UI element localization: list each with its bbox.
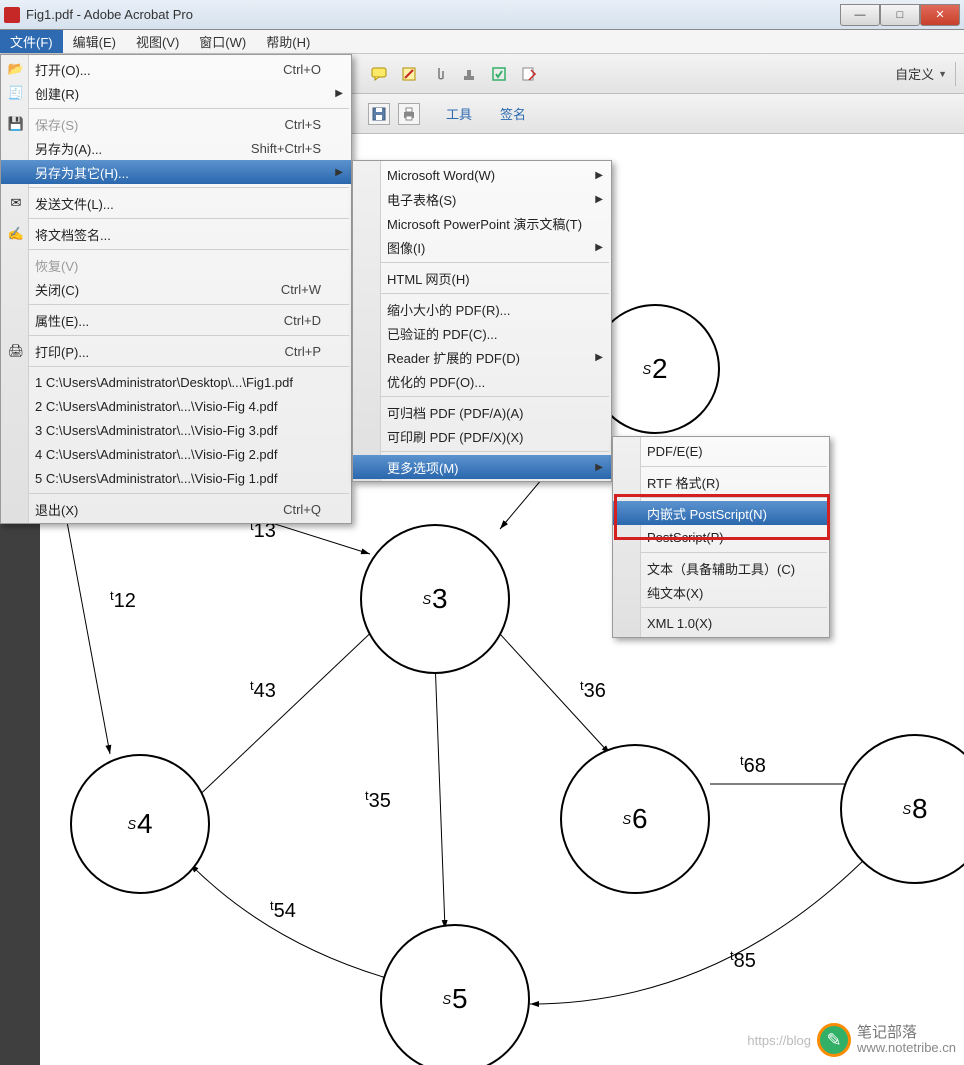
menu-revert: 恢复(V) [1, 253, 351, 277]
submenu-printable[interactable]: 可印刷 PDF (PDF/X)(X) [353, 424, 611, 448]
submenu-arrow-icon: ▶ [595, 462, 603, 473]
menu-file[interactable]: 文件(F) [0, 30, 63, 53]
print-icon: 🖨 [7, 342, 25, 360]
menu-window[interactable]: 窗口(W) [189, 30, 256, 53]
more-embedded-ps[interactable]: 内嵌式 PostScript(N) [613, 501, 829, 525]
stamp-icon[interactable] [458, 63, 480, 85]
edge-t35: t35 [365, 774, 391, 813]
edge-t68: t68 [740, 739, 766, 778]
node-s4: S4 [70, 754, 210, 894]
menu-save: 💾保存(S)Ctrl+S [1, 112, 351, 136]
highlight-icon[interactable] [398, 63, 420, 85]
edge-t36: t36 [580, 664, 606, 703]
create-icon: 🧾 [7, 84, 25, 102]
edge-t54: t54 [270, 884, 296, 923]
saveas-other-submenu: Microsoft Word(W)▶ 电子表格(S)▶ Microsoft Po… [352, 160, 612, 482]
menu-sign-doc[interactable]: ✍将文档签名... [1, 222, 351, 246]
watermark-sub: www.notetribe.cn [857, 1041, 956, 1055]
mail-icon: ✉ [7, 194, 25, 212]
menu-send[interactable]: ✉发送文件(L)... [1, 191, 351, 215]
close-button[interactable]: ✕ [920, 4, 960, 26]
file-menu: 📂打开(O)...Ctrl+O 🧾创建(R)▶ 💾保存(S)Ctrl+S 另存为… [0, 54, 352, 524]
watermark-title: 笔记部落 [857, 1025, 956, 1042]
menu-recent-5[interactable]: 5 C:\Users\Administrator\...\Visio-Fig 1… [1, 466, 351, 490]
submenu-html[interactable]: HTML 网页(H) [353, 266, 611, 290]
submenu-arrow-icon: ▶ [335, 167, 343, 178]
tools-button[interactable]: 工具 [436, 104, 482, 123]
menu-bar: 文件(F) 编辑(E) 视图(V) 窗口(W) 帮助(H) [0, 30, 964, 54]
submenu-word[interactable]: Microsoft Word(W)▶ [353, 163, 611, 187]
submenu-certified[interactable]: 已验证的 PDF(C)... [353, 321, 611, 345]
menu-recent-2[interactable]: 2 C:\Users\Administrator\...\Visio-Fig 4… [1, 394, 351, 418]
submenu-reduce-size[interactable]: 缩小大小的 PDF(R)... [353, 297, 611, 321]
submenu-image[interactable]: 图像(I)▶ [353, 235, 611, 259]
node-s3: S3 [360, 524, 510, 674]
submenu-archivable[interactable]: 可归档 PDF (PDF/A)(A) [353, 400, 611, 424]
sign-icon: ✍ [7, 225, 25, 243]
menu-recent-1[interactable]: 1 C:\Users\Administrator\Desktop\...\Fig… [1, 370, 351, 394]
dropdown-icon: ▼ [938, 69, 947, 79]
save-icon: 💾 [7, 115, 25, 133]
more-options-submenu: PDF/E(E) RTF 格式(R) 内嵌式 PostScript(N) Pos… [612, 436, 830, 638]
edge-t12: t12 [110, 574, 136, 613]
minimize-button[interactable]: — [840, 4, 880, 26]
submenu-arrow-icon: ▶ [595, 352, 603, 363]
comment-icon[interactable] [368, 63, 390, 85]
edit-icon[interactable] [518, 63, 540, 85]
submenu-arrow-icon: ▶ [595, 170, 603, 181]
separator [955, 62, 956, 86]
menu-recent-3[interactable]: 3 C:\Users\Administrator\...\Visio-Fig 3… [1, 418, 351, 442]
menu-view[interactable]: 视图(V) [126, 30, 189, 53]
customize-label: 自定义 [895, 64, 934, 83]
menu-properties[interactable]: 属性(E)...Ctrl+D [1, 308, 351, 332]
submenu-spreadsheet[interactable]: 电子表格(S)▶ [353, 187, 611, 211]
edge-t85: t85 [730, 934, 756, 973]
submenu-optimized[interactable]: 优化的 PDF(O)... [353, 369, 611, 393]
menu-recent-4[interactable]: 4 C:\Users\Administrator\...\Visio-Fig 2… [1, 442, 351, 466]
open-icon: 📂 [7, 60, 25, 78]
submenu-arrow-icon: ▶ [595, 194, 603, 205]
menu-edit[interactable]: 编辑(E) [63, 30, 126, 53]
submenu-arrow-icon: ▶ [335, 88, 343, 99]
more-postscript[interactable]: PostScript(P) [613, 525, 829, 549]
more-xml[interactable]: XML 1.0(X) [613, 611, 829, 635]
stamp2-icon[interactable] [488, 63, 510, 85]
watermark-url: https://blog [747, 1033, 811, 1048]
menu-saveas[interactable]: 另存为(A)...Shift+Ctrl+S [1, 136, 351, 160]
save-icon[interactable] [368, 103, 390, 125]
menu-open[interactable]: 📂打开(O)...Ctrl+O [1, 57, 351, 81]
submenu-arrow-icon: ▶ [595, 242, 603, 253]
menu-help[interactable]: 帮助(H) [256, 30, 320, 53]
menu-exit[interactable]: 退出(X)Ctrl+Q [1, 497, 351, 521]
menu-saveas-other[interactable]: 另存为其它(H)...▶ [1, 160, 351, 184]
menu-close[interactable]: 关闭(C)Ctrl+W [1, 277, 351, 301]
submenu-powerpoint[interactable]: Microsoft PowerPoint 演示文稿(T) [353, 211, 611, 235]
more-pdfe[interactable]: PDF/E(E) [613, 439, 829, 463]
node-s6: S6 [560, 744, 710, 894]
more-text-accessible[interactable]: 文本（具备辅助工具）(C) [613, 556, 829, 580]
watermark-badge-icon: ✎ [817, 1023, 851, 1057]
customize-button[interactable]: 自定义 ▼ [895, 64, 947, 83]
more-rtf[interactable]: RTF 格式(R) [613, 470, 829, 494]
more-plain-text[interactable]: 纯文本(X) [613, 580, 829, 604]
menu-print[interactable]: 🖨打印(P)...Ctrl+P [1, 339, 351, 363]
app-icon [4, 7, 20, 23]
window-title: Fig1.pdf - Adobe Acrobat Pro [26, 7, 840, 22]
menu-create[interactable]: 🧾创建(R)▶ [1, 81, 351, 105]
submenu-more-options[interactable]: 更多选项(M)▶ [353, 455, 611, 479]
watermark: https://blog ✎ 笔记部落www.notetribe.cn [747, 1023, 956, 1057]
print-icon[interactable] [398, 103, 420, 125]
title-bar: Fig1.pdf - Adobe Acrobat Pro — □ ✕ [0, 0, 964, 30]
sign-button[interactable]: 签名 [490, 104, 536, 123]
submenu-reader-extended[interactable]: Reader 扩展的 PDF(D)▶ [353, 345, 611, 369]
node-s5: S5 [380, 924, 530, 1065]
maximize-button[interactable]: □ [880, 4, 920, 26]
attach-icon[interactable] [428, 63, 450, 85]
edge-t43: t43 [250, 664, 276, 703]
